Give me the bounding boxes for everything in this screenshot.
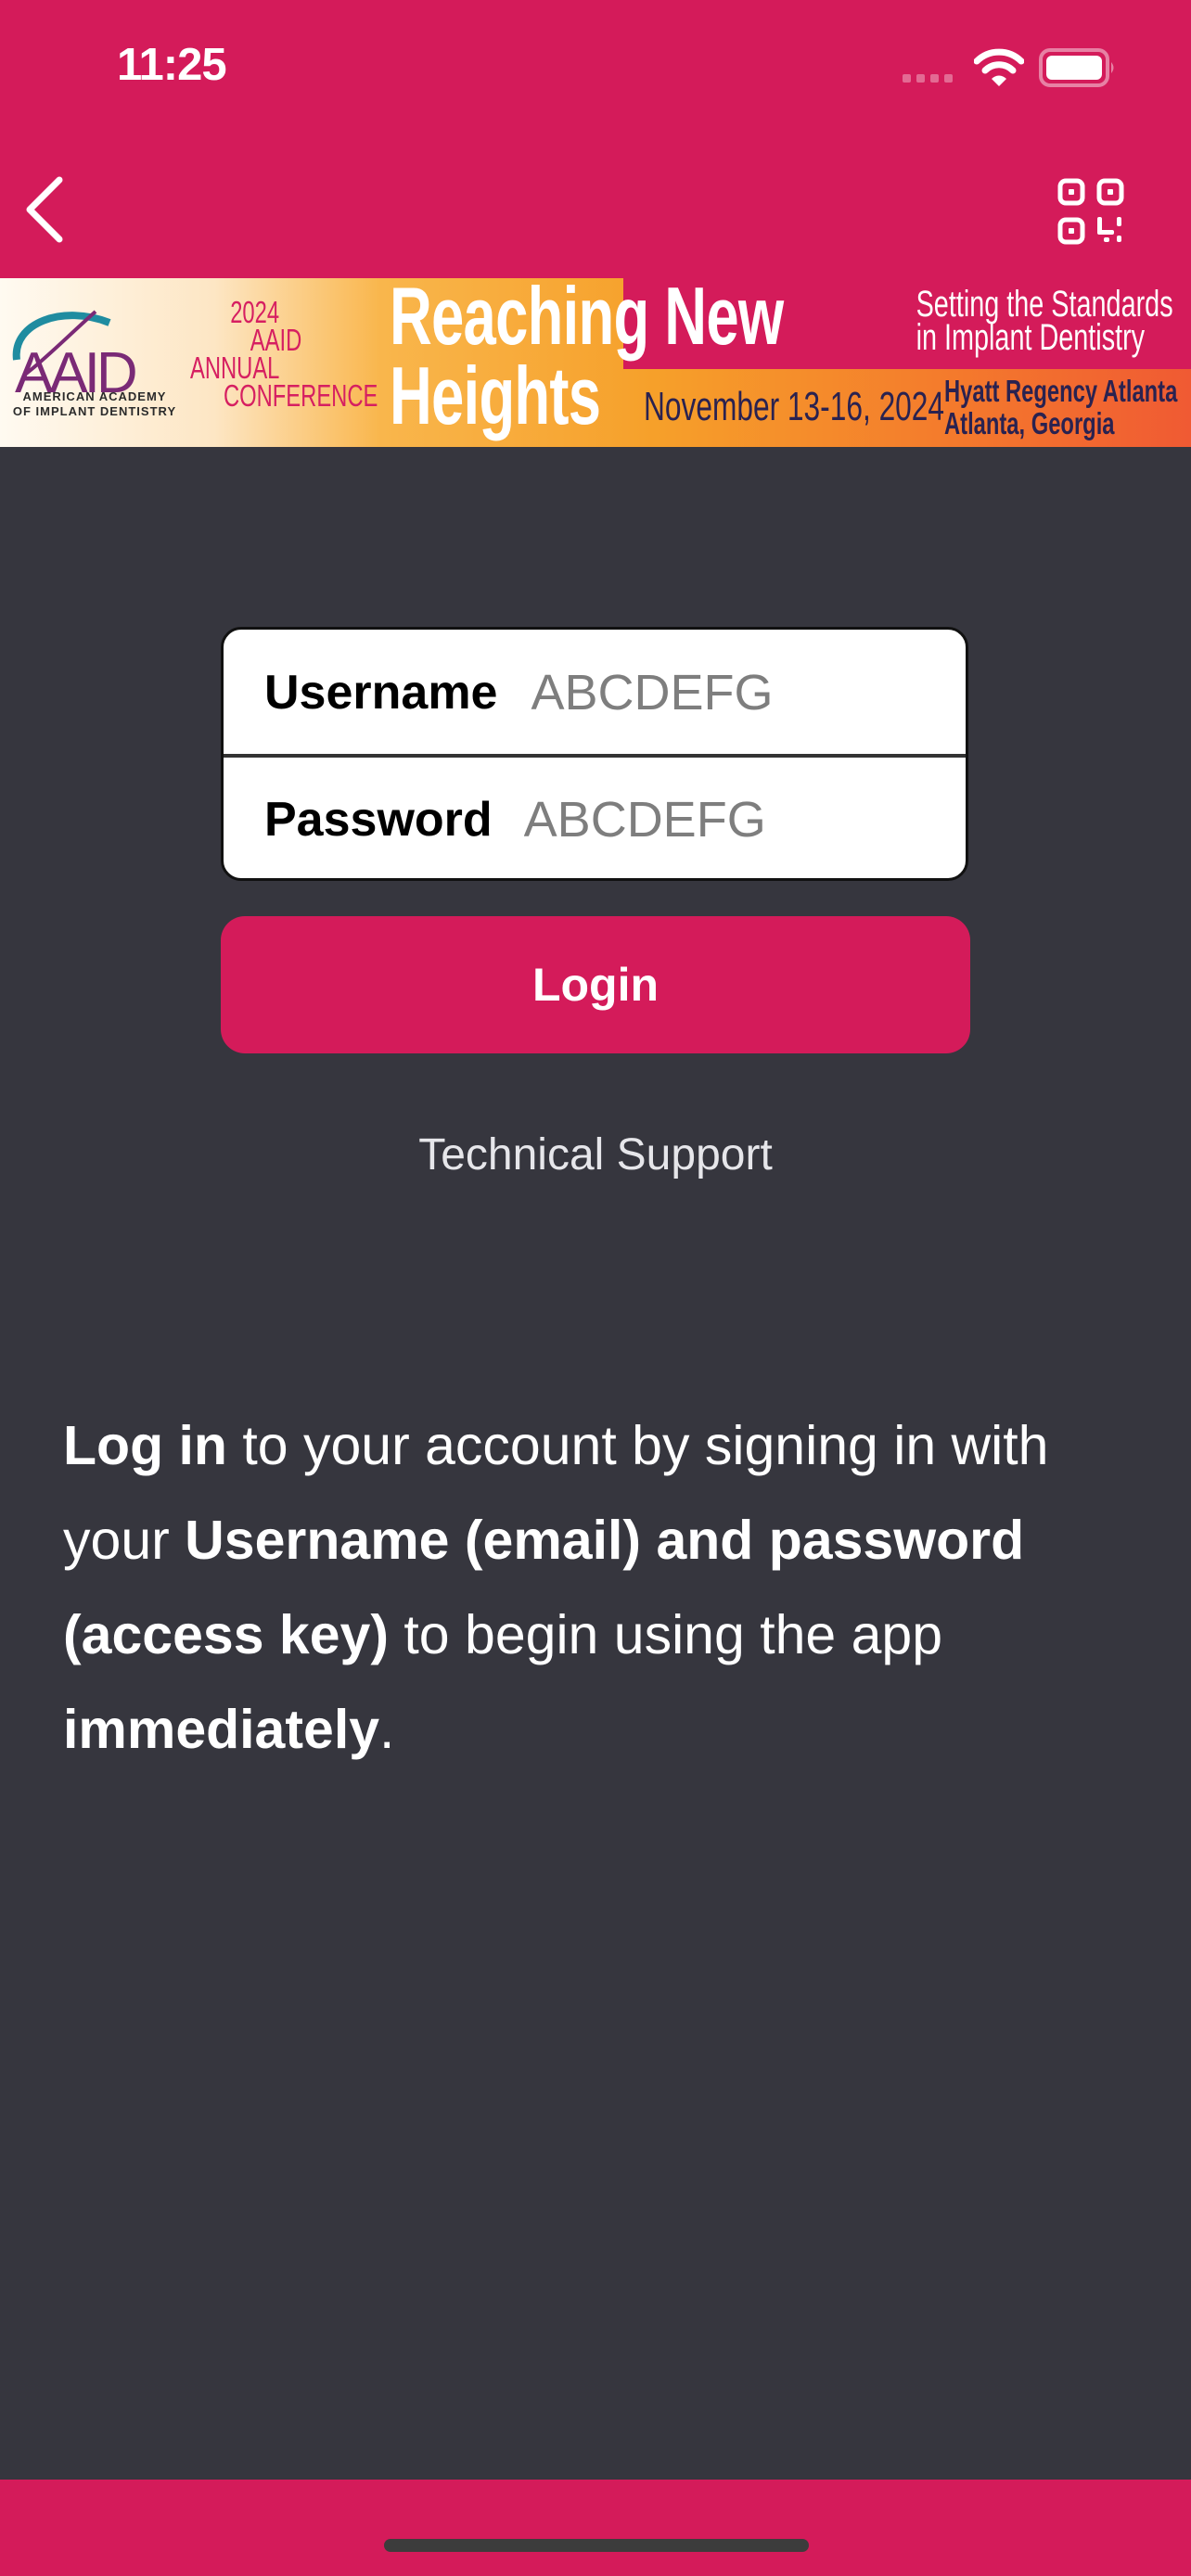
password-label: Password xyxy=(264,793,493,847)
qr-scan-button[interactable] xyxy=(1056,176,1126,247)
username-input[interactable] xyxy=(531,664,921,721)
password-input[interactable] xyxy=(523,791,914,848)
nav-bar xyxy=(0,139,1191,278)
back-button[interactable] xyxy=(20,172,67,247)
svg-text:AAID: AAID xyxy=(15,341,135,397)
status-bar: 11:25 xyxy=(0,0,1191,139)
password-row: Password xyxy=(224,757,966,878)
login-form: Username Password xyxy=(221,627,968,881)
technical-support-link[interactable]: Technical Support xyxy=(0,1129,1191,1180)
banner-tagline: Setting the Standards in Implant Dentist… xyxy=(916,284,1173,358)
status-time: 11:25 xyxy=(117,40,227,90)
wifi-icon xyxy=(974,48,1024,86)
conference-banner: AAID AMERICAN ACADEMY OF IMPLANT DENTIST… xyxy=(0,278,1191,447)
aaid-logo: AAID xyxy=(12,310,139,397)
conference-title: 2024 AAID ANNUAL CONFERENCE xyxy=(190,295,378,413)
chevron-left-icon xyxy=(26,176,63,243)
conference-dates: November 13-16, 2024 xyxy=(644,384,945,429)
login-button[interactable]: Login xyxy=(221,916,970,1053)
cellular-signal-icon xyxy=(903,74,953,83)
username-label: Username xyxy=(264,666,498,720)
home-indicator[interactable] xyxy=(384,2539,809,2552)
battery-icon xyxy=(1039,48,1114,87)
login-instructions: Log in to your account by signing in wit… xyxy=(63,1415,1049,1760)
conference-venue: Hyatt Regency Atlanta Atlanta, Georgia xyxy=(944,374,1178,440)
bottom-bar xyxy=(0,2480,1191,2576)
username-row: Username xyxy=(224,630,966,756)
org-name: AMERICAN ACADEMY OF IMPLANT DENTISTRY xyxy=(12,389,177,418)
